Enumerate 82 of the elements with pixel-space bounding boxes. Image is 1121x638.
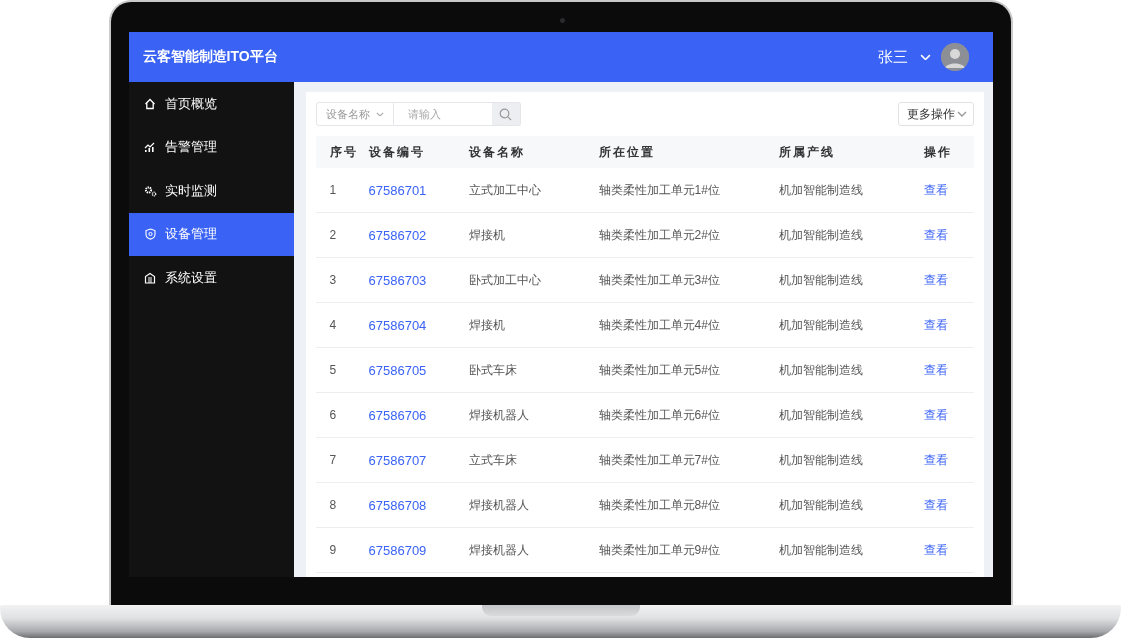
row-number: 5	[328, 363, 338, 377]
column-header: 设备编号	[368, 143, 426, 161]
chart-icon	[144, 141, 156, 154]
more-actions-button[interactable]: 更多操作	[897, 102, 974, 126]
device-name: 焊接机	[468, 316, 506, 334]
camera-dot	[559, 18, 565, 23]
view-link[interactable]: 查看	[923, 226, 948, 244]
device-name: 焊接机器人	[468, 541, 530, 559]
device-id-link[interactable]: 67586706	[368, 407, 427, 423]
column-header: 所属产线	[778, 143, 836, 161]
chevron-down-icon	[919, 53, 931, 61]
device-id-link[interactable]: 67586707	[368, 452, 427, 468]
device-name: 卧式加工中心	[468, 271, 542, 289]
row-number: 4	[328, 318, 338, 332]
device-id-link[interactable]: 67586703	[368, 272, 427, 288]
sidebar-item[interactable]: 首页概览	[128, 82, 294, 126]
production-line: 机加智能制造线	[778, 316, 864, 334]
view-link[interactable]: 查看	[923, 451, 948, 469]
view-link[interactable]: 查看	[923, 541, 948, 559]
search-button[interactable]	[491, 102, 521, 126]
production-line: 机加智能制造线	[778, 226, 864, 244]
production-line: 机加智能制造线	[778, 496, 864, 514]
row-number: 9	[328, 543, 338, 557]
device-name: 焊接机器人	[468, 406, 530, 424]
device-name: 焊接机	[468, 226, 506, 244]
device-id-link[interactable]: 67586708	[368, 497, 427, 513]
row-number: 2	[328, 228, 338, 242]
device-id-link[interactable]: 67586709	[368, 542, 427, 558]
device-location: 轴类柔性加工单元1#位	[598, 181, 721, 199]
column-header: 所在位置	[598, 143, 656, 161]
production-line: 机加智能制造线	[778, 451, 864, 469]
view-link[interactable]: 查看	[923, 181, 948, 199]
sidebar-item[interactable]: 系统设置	[128, 256, 294, 300]
device-name: 卧式车床	[468, 361, 518, 379]
production-line: 机加智能制造线	[778, 541, 864, 559]
device-id-link[interactable]: 67586704	[368, 317, 427, 333]
device-location: 轴类柔性加工单元6#位	[598, 406, 721, 424]
column-header: 序号	[328, 143, 359, 161]
row-number: 7	[328, 453, 338, 467]
device-name: 立式车床	[468, 451, 518, 469]
row-number: 8	[328, 498, 338, 512]
app-title: 云客智能制造ITO平台	[141, 48, 279, 66]
device-location: 轴类柔性加工单元5#位	[598, 361, 721, 379]
row-number: 3	[328, 273, 338, 287]
column-header: 设备名称	[468, 143, 526, 161]
production-line: 机加智能制造线	[778, 181, 864, 199]
building-icon	[144, 271, 156, 284]
view-link[interactable]: 查看	[923, 271, 948, 289]
device-location: 轴类柔性加工单元7#位	[598, 451, 721, 469]
view-link[interactable]: 查看	[923, 406, 948, 424]
sidebar-item[interactable]: 实时监测	[128, 169, 294, 213]
avatar[interactable]	[940, 43, 969, 71]
shield-icon	[144, 228, 156, 241]
user-name[interactable]: 张三	[877, 47, 908, 67]
column-header: 操作	[923, 143, 953, 161]
chevron-down-icon	[375, 111, 384, 117]
home-icon	[144, 97, 156, 110]
sidebar-item[interactable]: 设备管理	[128, 212, 294, 256]
device-name: 立式加工中心	[468, 181, 542, 199]
sidebar-item[interactable]: 告警管理	[128, 125, 294, 169]
view-link[interactable]: 查看	[923, 316, 948, 334]
chevron-down-icon	[956, 111, 967, 117]
device-id-link[interactable]: 67586705	[368, 362, 427, 378]
device-location: 轴类柔性加工单元4#位	[598, 316, 721, 334]
production-line: 机加智能制造线	[778, 406, 864, 424]
device-id-link[interactable]: 67586701	[368, 182, 427, 198]
row-number: 6	[328, 408, 338, 422]
view-link[interactable]: 查看	[923, 496, 948, 514]
gears-icon	[143, 184, 157, 197]
device-location: 轴类柔性加工单元3#位	[598, 271, 721, 289]
device-location: 轴类柔性加工单元9#位	[598, 541, 721, 559]
row-number: 1	[328, 183, 338, 197]
search-input[interactable]: 请输入	[393, 102, 492, 126]
production-line: 机加智能制造线	[778, 271, 864, 289]
device-id-link[interactable]: 67586702	[368, 227, 427, 243]
search-field-dropdown[interactable]: 设备名称	[315, 102, 394, 126]
device-location: 轴类柔性加工单元2#位	[598, 226, 721, 244]
production-line: 机加智能制造线	[778, 361, 864, 379]
device-location: 轴类柔性加工单元8#位	[598, 496, 721, 514]
search-icon	[499, 107, 512, 121]
view-link[interactable]: 查看	[923, 361, 948, 379]
device-name: 焊接机器人	[468, 496, 530, 514]
